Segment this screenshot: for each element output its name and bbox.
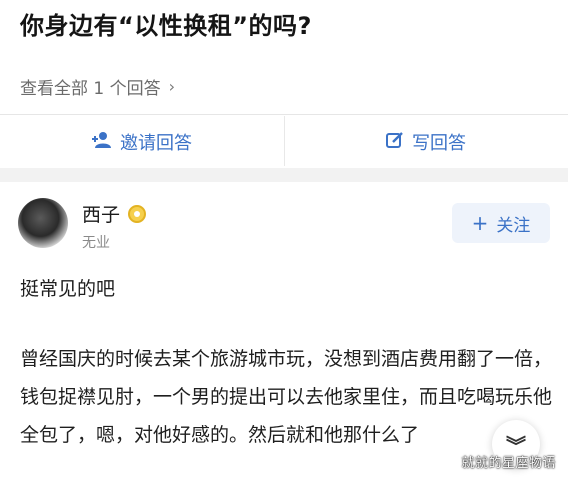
view-all-answers-link[interactable]: 查看全部 1 个回答 › (20, 74, 175, 99)
plus-icon: + (471, 211, 489, 235)
question-title: 你身边有“以性换租”的吗? (20, 12, 312, 40)
section-separator (0, 168, 568, 182)
author-name-row[interactable]: 西子 (82, 200, 147, 227)
follow-button[interactable]: + 关注 (452, 203, 550, 243)
author-occupation: 无业 (82, 235, 110, 251)
add-user-icon (92, 131, 112, 154)
avatar[interactable] (18, 198, 68, 248)
answer-paragraph: 曾经国庆的时候去某个旅游城市玩，没想到酒店费用翻了一倍，钱包捉襟见肘，一个男的提… (20, 348, 553, 446)
invite-answer-button[interactable]: 邀请回答 (0, 115, 284, 169)
badge-icon (128, 204, 147, 223)
invite-answer-label: 邀请回答 (120, 133, 192, 154)
answer-paragraph: 挺常见的吧 (20, 278, 116, 300)
write-answer-button[interactable]: 写回答 (284, 115, 568, 169)
edit-icon (386, 131, 404, 154)
view-all-label: 查看全部 1 个回答 (20, 79, 161, 99)
chevron-right-icon: › (168, 77, 176, 96)
watermark: 就就的星座物语 (461, 456, 556, 471)
write-answer-label: 写回答 (412, 133, 466, 154)
action-divider (284, 116, 285, 166)
follow-label: 关注 (496, 215, 531, 236)
author-name: 西子 (82, 204, 121, 226)
